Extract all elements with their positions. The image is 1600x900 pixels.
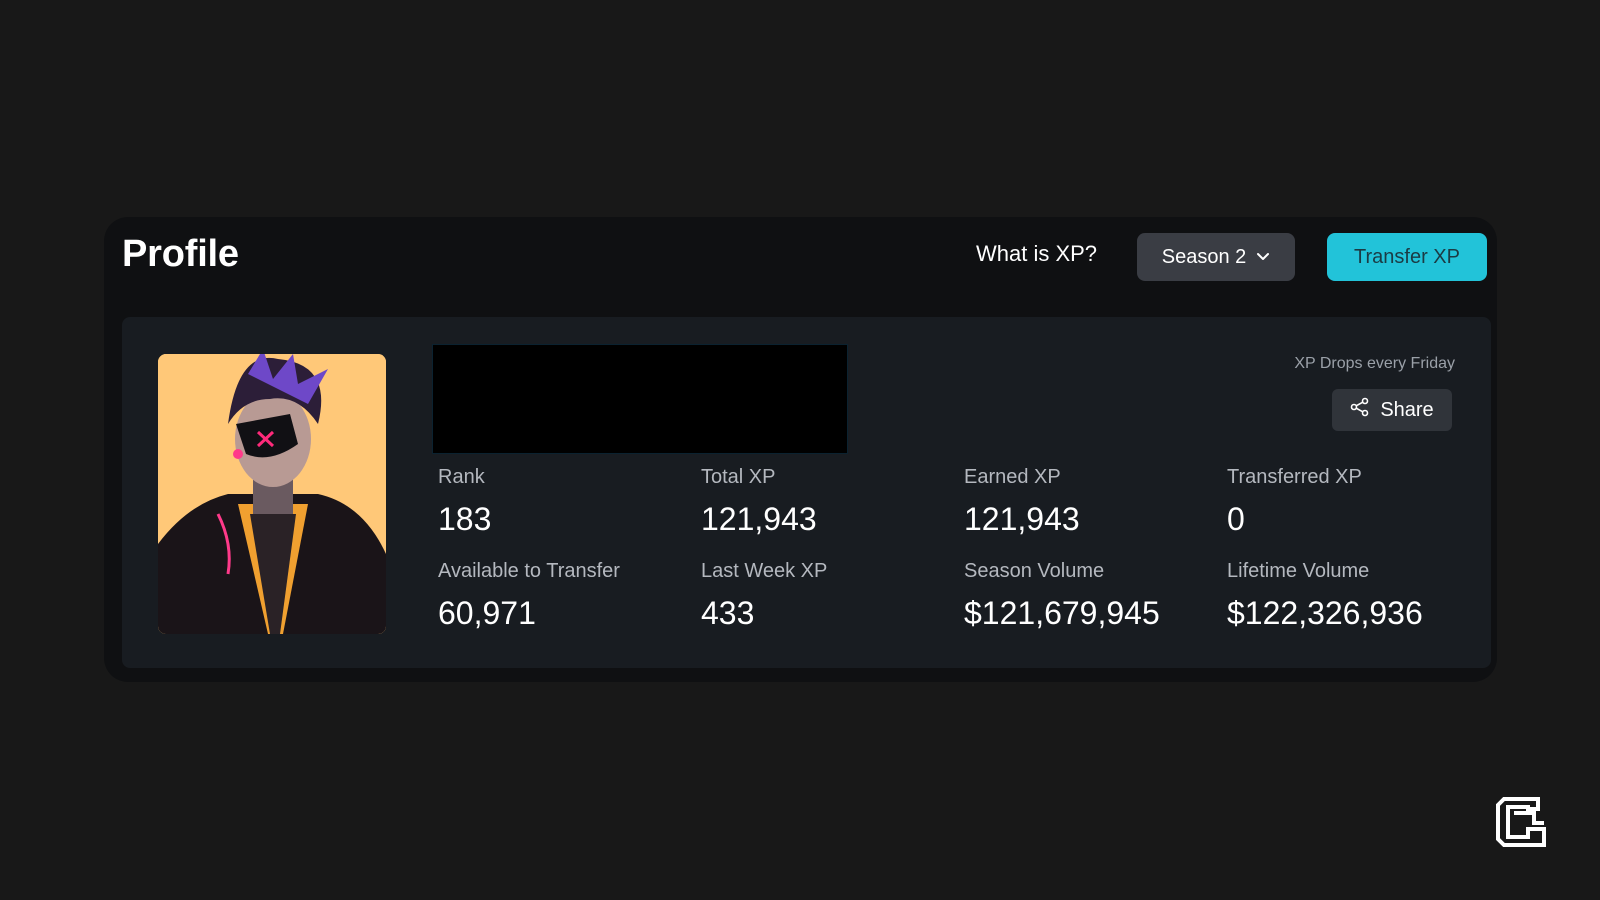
stat-label: Transferred XP xyxy=(1227,466,1362,488)
stat-last-week-xp: Last Week XP 433 xyxy=(701,561,964,655)
stat-total-xp: Total XP 121,943 xyxy=(701,467,964,561)
brand-logo-icon xyxy=(1494,795,1548,849)
stat-value: 60,971 xyxy=(438,595,536,631)
share-button-label: Share xyxy=(1380,398,1434,421)
transfer-xp-button[interactable]: Transfer XP xyxy=(1327,233,1487,281)
page-title: Profile xyxy=(122,233,239,275)
share-button[interactable]: Share xyxy=(1332,389,1452,431)
stat-lifetime-volume: Lifetime Volume $122,326,936 xyxy=(1227,561,1490,655)
stat-label: Available to Transfer xyxy=(438,560,620,582)
stat-label: Lifetime Volume xyxy=(1227,560,1370,582)
stat-rank: Rank 183 xyxy=(438,467,701,561)
stat-transferred-xp: Transferred XP 0 xyxy=(1227,467,1490,561)
stats-grid: Rank 183 Total XP 121,943 Earned XP 121,… xyxy=(438,467,1498,657)
stat-season-volume: Season Volume $121,679,945 xyxy=(964,561,1227,655)
profile-card: XP Drops every Friday Share Rank 183 Tot… xyxy=(122,317,1491,668)
chevron-down-icon xyxy=(1256,246,1270,269)
stat-label: Rank xyxy=(438,466,485,488)
share-icon xyxy=(1350,397,1370,423)
stat-label: Season Volume xyxy=(964,560,1105,582)
name-redacted-block xyxy=(432,344,848,454)
stat-value: 121,943 xyxy=(701,501,817,537)
stat-value: 121,943 xyxy=(964,501,1080,537)
profile-panel: Profile What is XP? Season 2 Transfer XP xyxy=(104,217,1497,682)
stat-earned-xp: Earned XP 121,943 xyxy=(964,467,1227,561)
stat-value: 183 xyxy=(438,501,492,537)
stat-value: 433 xyxy=(701,595,755,631)
stat-label: Earned XP xyxy=(964,466,1061,488)
season-select-value: Season 2 xyxy=(1161,245,1247,268)
stat-label: Total XP xyxy=(701,466,776,488)
xp-drops-note: XP Drops every Friday xyxy=(1294,355,1455,372)
page: Profile What is XP? Season 2 Transfer XP xyxy=(0,0,1600,900)
what-is-xp-link[interactable]: What is XP? xyxy=(976,243,1097,265)
stat-available-to-transfer: Available to Transfer 60,971 xyxy=(438,561,701,655)
season-select[interactable]: Season 2 xyxy=(1137,233,1295,281)
stat-value: $122,326,936 xyxy=(1227,595,1423,631)
stat-value: $121,679,945 xyxy=(964,595,1160,631)
avatar xyxy=(158,354,386,634)
stat-label: Last Week XP xyxy=(701,560,828,582)
stat-value: 0 xyxy=(1227,501,1245,537)
